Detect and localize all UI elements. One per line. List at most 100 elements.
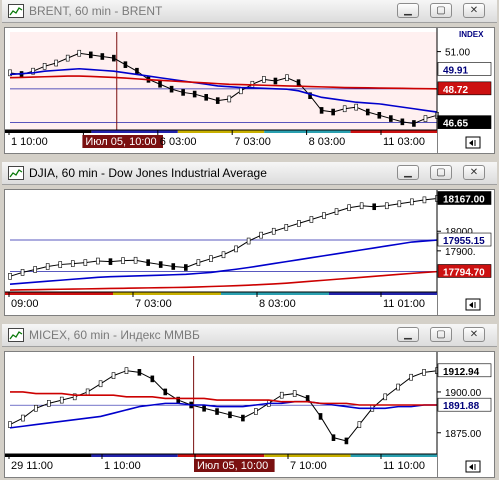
price-candle [88,51,93,59]
time-tick-label: 11 10:00 [383,460,425,472]
price-candle [239,87,243,95]
price-tick-label: 1875.00 [445,429,482,440]
price-candle [347,204,351,212]
time-tick-label: 11 01:00 [383,298,425,310]
price-axis-label: INDEX [459,30,484,39]
price-marker-label: 46.65 [443,119,468,130]
price-candle [112,54,116,62]
chart-area[interactable]: 1900.00 1875.00 1912.94 1891.88 29 11:00 1 10… [4,351,495,478]
chart-icon [8,4,24,18]
price-candle [45,263,50,270]
price-candle [21,414,25,422]
price-candle [354,103,359,111]
minimize-icon: ▁ [404,329,412,340]
price-candle [271,227,276,235]
price-candle [409,373,413,381]
time-tick-label: 8 03:00 [309,136,346,148]
minimize-icon: ▁ [404,167,412,178]
time-tick-label: 09:00 [11,298,39,310]
maximize-button[interactable]: ▢ [430,3,452,18]
price-candle [196,259,201,266]
price-candle [296,79,301,86]
price-candle [59,396,64,404]
price-candle [108,258,113,265]
price-candle [96,257,100,265]
chart-window-micex[interactable]: MICEX, 60 min - Индекс ММВБ ▁ ▢ ✕ 1900.0… [0,324,499,480]
price-candle [342,105,347,113]
minimize-button[interactable]: ▁ [397,165,419,180]
chart-area[interactable]: INDEX 51.00 49.91 48.72 46.65 1 10:00 Июл 05, … [4,27,495,154]
price-candle [284,224,289,231]
time-tick-label: Июл 05, 10:00 [85,136,156,148]
close-button[interactable]: ✕ [463,3,485,18]
maximize-button[interactable]: ▢ [430,327,452,342]
price-candle [241,414,245,422]
minimize-icon: ▁ [404,5,412,16]
price-candle [318,413,323,420]
price-candle [305,395,310,402]
close-button[interactable]: ✕ [463,327,485,342]
price-tick-label: 51.00 [445,48,470,59]
price-tick-label: 17900. [445,247,476,258]
minimize-button[interactable]: ▁ [397,3,419,18]
time-tick-label: 1 10:00 [104,460,141,472]
price-marker-label: 1912.94 [443,367,480,378]
chart-icon [8,328,24,342]
time-tick-label: 7 03:00 [234,136,271,148]
price-candle [246,237,251,245]
window-titlebar[interactable]: DJIA, 60 min - Dow Jones Industrial Aver… [2,162,497,185]
time-tick-label: 7 03:00 [135,298,172,310]
chart-area[interactable]: INDEX18000.17900.18167.0017955.1517794.7… [4,189,495,316]
chart-icon [8,166,24,180]
time-tick-label: 6 03:00 [160,136,197,148]
price-candle [181,89,185,96]
window-title: DJIA, 60 min - Dow Jones Industrial Aver… [29,166,267,180]
price-tick-label: 1900.00 [445,388,482,399]
price-marker-label: 49.91 [443,65,468,76]
price-chart-svg: 1900.00 1875.00 1912.94 1891.88 29 11:00 1 10… [5,352,494,477]
price-candle [322,212,326,219]
price-candle [254,408,258,415]
minimize-button[interactable]: ▁ [397,327,419,342]
price-candle [372,203,377,211]
price-candle [383,393,388,401]
price-candle [262,76,266,83]
price-candle [285,74,289,82]
close-button[interactable]: ✕ [463,165,485,180]
time-axis [5,130,437,153]
price-candle [359,202,364,210]
price-candle [58,261,63,268]
maximize-icon: ▢ [436,167,446,178]
price-candle [42,62,47,70]
chart-window-djia[interactable]: DJIA, 60 min - Dow Jones Industrial Aver… [0,162,499,320]
price-candle [133,256,138,264]
close-icon: ✕ [469,167,479,178]
price-candle [400,118,405,126]
maximize-button[interactable]: ▢ [430,165,452,180]
window-titlebar[interactable]: MICEX, 60 min - Индекс ММВБ ▁ ▢ ✕ [2,324,497,347]
price-candle [192,90,197,98]
price-chart-svg: INDEX18000.17900.18167.0017955.1517794.7… [5,190,494,315]
price-candle [397,200,402,208]
chart-window-brent[interactable]: BRENT, 60 min - BRENT ▁ ▢ ✕ INDEX 51.00 49… [0,0,499,158]
time-tick-label: 7 10:00 [290,460,327,472]
price-candle [34,404,38,412]
price-chart-svg: INDEX 51.00 49.91 48.72 46.65 1 10:00 Июл 05, … [5,28,494,153]
price-candle [331,434,336,441]
price-candle [121,257,125,264]
price-candle [215,97,220,104]
plot-area [10,32,437,130]
maximize-icon: ▢ [436,329,446,340]
price-marker-label: 18167.00 [443,195,485,206]
price-candle [150,375,155,383]
price-candle [344,437,349,445]
price-candle [292,390,297,397]
window-titlebar[interactable]: BRENT, 60 min - BRENT ▁ ▢ ✕ [2,0,497,23]
maximize-icon: ▢ [436,5,446,16]
price-candle [8,421,12,428]
price-candle [20,269,25,276]
price-candle [171,263,176,270]
price-candle [297,220,301,227]
price-candle [221,251,226,259]
price-candle [83,259,88,266]
